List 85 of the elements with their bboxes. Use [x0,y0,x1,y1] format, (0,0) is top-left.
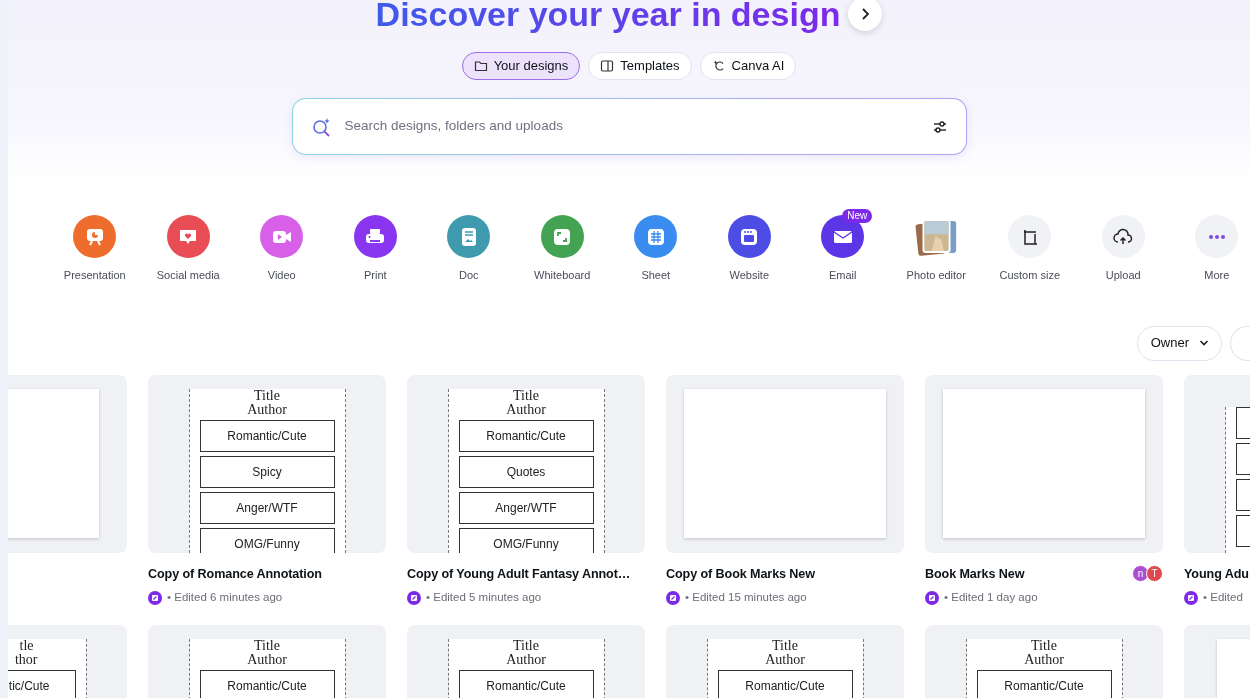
owner-dropdown[interactable]: Owner [1136,325,1222,361]
design-thumbnail[interactable]: tle thor tic/Cute [8,624,127,698]
design-type-label[interactable]: Whiteboard [534,267,591,284]
design-title[interactable]: Copy of Book Marks New [666,564,815,584]
edit-icon [666,591,680,605]
design-type-label[interactable]: Email [829,267,857,284]
design-type-label[interactable]: Website [729,267,769,284]
scope-tab[interactable]: Your designs [461,52,581,80]
bookmark-title: Title [772,638,798,652]
design-type-button[interactable] [1008,215,1052,258]
bookmark-title: Title [254,638,280,652]
edited-time: • Edited 1 day ago [944,590,1038,606]
design-type-label[interactable]: More [1204,267,1230,284]
bookmark-label: OMG/Funny [458,527,594,553]
scope-tab[interactable]: Canva AI [699,52,797,80]
next-button[interactable] [848,0,883,31]
bookmark-label: tic/Cute [8,669,76,698]
bookmark-label: Spicy [199,455,335,488]
bookmark-label: OMG/Funny [199,527,335,553]
design-type-label[interactable]: Photo editor [906,267,966,284]
design-type-button[interactable] [727,215,771,258]
bookmark-author: Author [765,651,805,667]
bookmark-title: Title [1031,638,1057,652]
bookmark-label: Romantic/Cute [199,419,335,452]
edit-icon [407,591,421,605]
edited-time: • Edited 6 minutes ago [167,590,283,606]
page-heading: Discover your year in design [375,0,841,34]
design-type-label[interactable]: Custom size [999,267,1060,284]
more-icon [1208,234,1225,239]
bookmark-label: Romantic/Cute [458,419,594,452]
bookmark-label: Romantic/Cute [976,669,1112,698]
search-field[interactable]: Search designs, folders and uploads [342,115,922,138]
design-type-label[interactable]: Sheet [641,267,671,284]
design-type-label[interactable]: Print [363,267,387,284]
design-title[interactable]: Young Adu [1184,564,1249,584]
bookmark-label: Romantic/Cute [717,669,853,698]
bookmark-label: Romantic/Cute [199,669,335,698]
design-thumbnail[interactable] [666,374,904,553]
chevron-down-icon [1199,339,1209,347]
edited-time: • Edited 15 minutes ago [685,590,807,606]
edit-icon [1184,591,1198,605]
design-type-label[interactable]: Doc [458,267,479,284]
design-thumbnail[interactable] [925,374,1163,553]
new-badge: New [842,209,873,223]
avatar: T [1146,565,1163,583]
search-bar[interactable]: Search designs, folders and uploads [291,98,967,155]
bookmark-author: Author [247,651,287,667]
design-type-label[interactable]: Video [267,267,296,284]
bookmark-author: Author [1024,651,1064,667]
design-thumbnail[interactable]: Title Author Romantic/Cute Quotes Anger/WTF OMG/Funny [407,374,645,553]
design-title[interactable]: Book Marks New [925,564,1025,584]
panel-icon [600,59,615,73]
bookmark-label: Romantic/Cute [458,669,594,698]
bookmark-label: Anger/WTF [458,491,594,524]
bookmark-label: Quotes [458,455,594,488]
edited-time: • Edited [1203,590,1243,606]
design-type-label[interactable]: Social media [156,267,220,284]
design-type-button[interactable] [353,215,397,258]
bookmark-author: Author [247,401,287,417]
edit-icon [148,591,162,605]
bookmark-author: thor [14,651,39,667]
chevron-right-icon [861,8,870,20]
scope-tab[interactable]: Templates [588,52,692,80]
edit-icon [925,591,939,605]
design-thumbnail[interactable]: Title Author Romantic/Cute [148,624,386,698]
bookmark-author: Author [506,651,546,667]
design-thumbnail[interactable]: Title Author Romantic/Cute Spicy Anger/WTF OMG/Funny [148,374,386,553]
bookmark-title: tle [19,638,35,652]
bookmark-author: Author [506,401,546,417]
design-type-label[interactable]: Presentation [63,267,126,284]
edited-time: • Edited 5 minutes ago [426,590,542,606]
design-thumbnail[interactable]: Title Author Romantic/Cute [925,624,1163,698]
avatar: n [1132,565,1149,583]
bookmark-title: Title [254,388,280,402]
bookmark-title: Title [513,638,539,652]
bookmark-title: Title [513,388,539,402]
design-thumbnail[interactable]: Title Author Romantic/Cute [666,624,904,698]
design-thumbnail[interactable]: Title Author Romantic/Cute [407,624,645,698]
design-type-label[interactable]: Upload [1105,267,1141,284]
folder-icon [473,59,488,73]
design-title[interactable]: Copy of Young Adult Fantasy Annot… [407,564,631,584]
design-type-button[interactable] [1101,215,1145,258]
design-title[interactable]: Copy of Romance Annotation [148,564,322,584]
bookmark-label: Anger/WTF [199,491,335,524]
filter-icon[interactable] [931,118,948,135]
